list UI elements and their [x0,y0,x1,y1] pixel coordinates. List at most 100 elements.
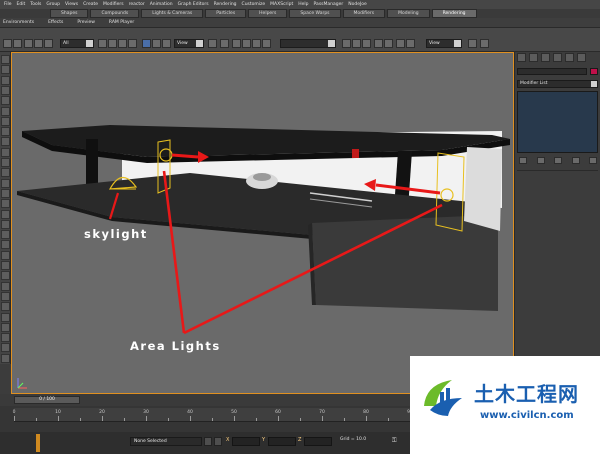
create-tab-icon[interactable] [517,53,526,62]
utilities-tab-icon[interactable] [577,53,586,62]
extras-tool-icon[interactable] [1,281,10,291]
extras-tool-icon[interactable] [1,312,10,322]
render-setup-icon[interactable] [406,39,415,48]
select-move-icon[interactable] [142,39,151,48]
menu-item[interactable]: NodeJoe [348,2,367,7]
motion-tab-icon[interactable] [553,53,562,62]
y-coordinate-field[interactable] [268,437,296,446]
tab-modifiers[interactable]: Modifiers [342,9,386,18]
angle-snap-icon[interactable] [242,39,251,48]
perspective-viewport[interactable]: Perspective [11,52,514,394]
tab-rendering[interactable]: Rendering [431,9,477,18]
pivot-center-icon[interactable] [208,39,217,48]
select-manipulate-icon[interactable] [220,39,229,48]
unlink-icon[interactable] [34,39,43,48]
spinner-snap-icon[interactable] [262,39,271,48]
menu-item[interactable]: Customize [242,2,266,7]
tab-modeling[interactable]: Modeling [387,9,430,18]
extras-tool-icon[interactable] [1,65,10,75]
percent-snap-icon[interactable] [252,39,261,48]
menu-item[interactable]: Rendering [214,2,237,7]
extras-tool-icon[interactable] [1,291,10,301]
menu-item[interactable]: Animation [150,2,173,7]
curve-editor-icon[interactable] [374,39,383,48]
menu-item[interactable]: PassManager [314,2,344,7]
tab-shapes[interactable]: Shapes [50,9,89,18]
extras-tool-icon[interactable] [1,188,10,198]
extras-tool-icon[interactable] [1,322,10,332]
maxscript-listener-indicator[interactable] [36,434,40,452]
render-view-dropdown[interactable]: View [426,39,462,48]
bind-icon[interactable] [44,39,53,48]
time-slider-thumb[interactable]: 0 / 100 [14,396,80,404]
menu-item[interactable]: Tools [30,2,41,7]
tab-particles[interactable]: Particles [205,9,247,18]
extras-tool-icon[interactable] [1,250,10,260]
tab-space-warps[interactable]: Space Warps [289,9,341,18]
extras-tool-icon[interactable] [1,353,10,363]
preview-button[interactable]: Preview [77,20,95,25]
render-production-icon[interactable] [480,39,489,48]
tab-lights-cameras[interactable]: Lights & Cameras [141,9,204,18]
tab-helpers[interactable]: Helpers [248,9,288,18]
hierarchy-tab-icon[interactable] [541,53,550,62]
select-object-icon[interactable] [98,39,107,48]
extras-tool-icon[interactable] [1,116,10,126]
effects-button[interactable]: Effects [48,20,63,25]
extras-tool-icon[interactable] [1,240,10,250]
extras-tool-icon[interactable] [1,96,10,106]
menu-item[interactable]: File [4,2,12,7]
material-editor-icon[interactable] [396,39,405,48]
configure-sets-icon[interactable] [589,157,597,164]
layer-manager-icon[interactable] [362,39,371,48]
display-tab-icon[interactable] [565,53,574,62]
extras-tool-icon[interactable] [1,75,10,85]
undo-icon[interactable] [3,39,12,48]
mirror-icon[interactable] [342,39,351,48]
select-by-name-icon[interactable] [108,39,117,48]
frame-ruler[interactable]: 0102030405060708090 [13,408,455,422]
menu-item[interactable]: Create [83,2,98,7]
object-name-field[interactable] [517,68,587,75]
schematic-view-icon[interactable] [384,39,393,48]
z-coordinate-field[interactable] [304,437,332,446]
redo-icon[interactable] [13,39,22,48]
extras-tool-icon[interactable] [1,55,10,64]
key-icon[interactable]: ⚿ [392,437,397,445]
extras-tool-icon[interactable] [1,137,10,147]
menu-item[interactable]: Group [46,2,60,7]
make-unique-icon[interactable] [554,157,562,164]
window-crossing-icon[interactable] [128,39,137,48]
extras-tool-icon[interactable] [1,178,10,188]
modify-tab-icon[interactable] [529,53,538,62]
menu-item[interactable]: Help [298,2,308,7]
selection-filter-dropdown[interactable]: All [60,39,94,48]
menu-item[interactable]: Graph Editors [178,2,209,7]
extras-tool-icon[interactable] [1,106,10,116]
pin-stack-icon[interactable] [519,157,527,164]
extras-tool-icon[interactable] [1,199,10,209]
snap-toggle-icon[interactable] [232,39,241,48]
extras-tool-icon[interactable] [1,302,10,312]
menu-item[interactable]: reactor [129,2,145,7]
extras-tool-icon[interactable] [1,219,10,229]
select-scale-icon[interactable] [162,39,171,48]
menu-item[interactable]: Views [65,2,78,7]
menu-item[interactable]: Edit [17,2,26,7]
remove-modifier-icon[interactable] [571,157,580,164]
extras-tool-icon[interactable] [1,230,10,240]
reference-coordinate-dropdown[interactable]: View [174,39,204,48]
extras-tool-icon[interactable] [1,343,10,353]
extras-tool-icon[interactable] [1,168,10,178]
extras-tool-icon[interactable] [1,127,10,137]
named-selection-sets-dropdown[interactable] [280,39,336,48]
link-icon[interactable] [24,39,33,48]
extras-tool-icon[interactable] [1,333,10,343]
modifier-stack[interactable] [517,91,598,153]
show-end-result-icon[interactable] [536,157,545,164]
extras-tool-icon[interactable] [1,147,10,157]
select-rotate-icon[interactable] [152,39,161,48]
extras-tool-icon[interactable] [1,85,10,95]
environments-button[interactable]: Environments [3,20,34,25]
x-coordinate-field[interactable] [232,437,260,446]
